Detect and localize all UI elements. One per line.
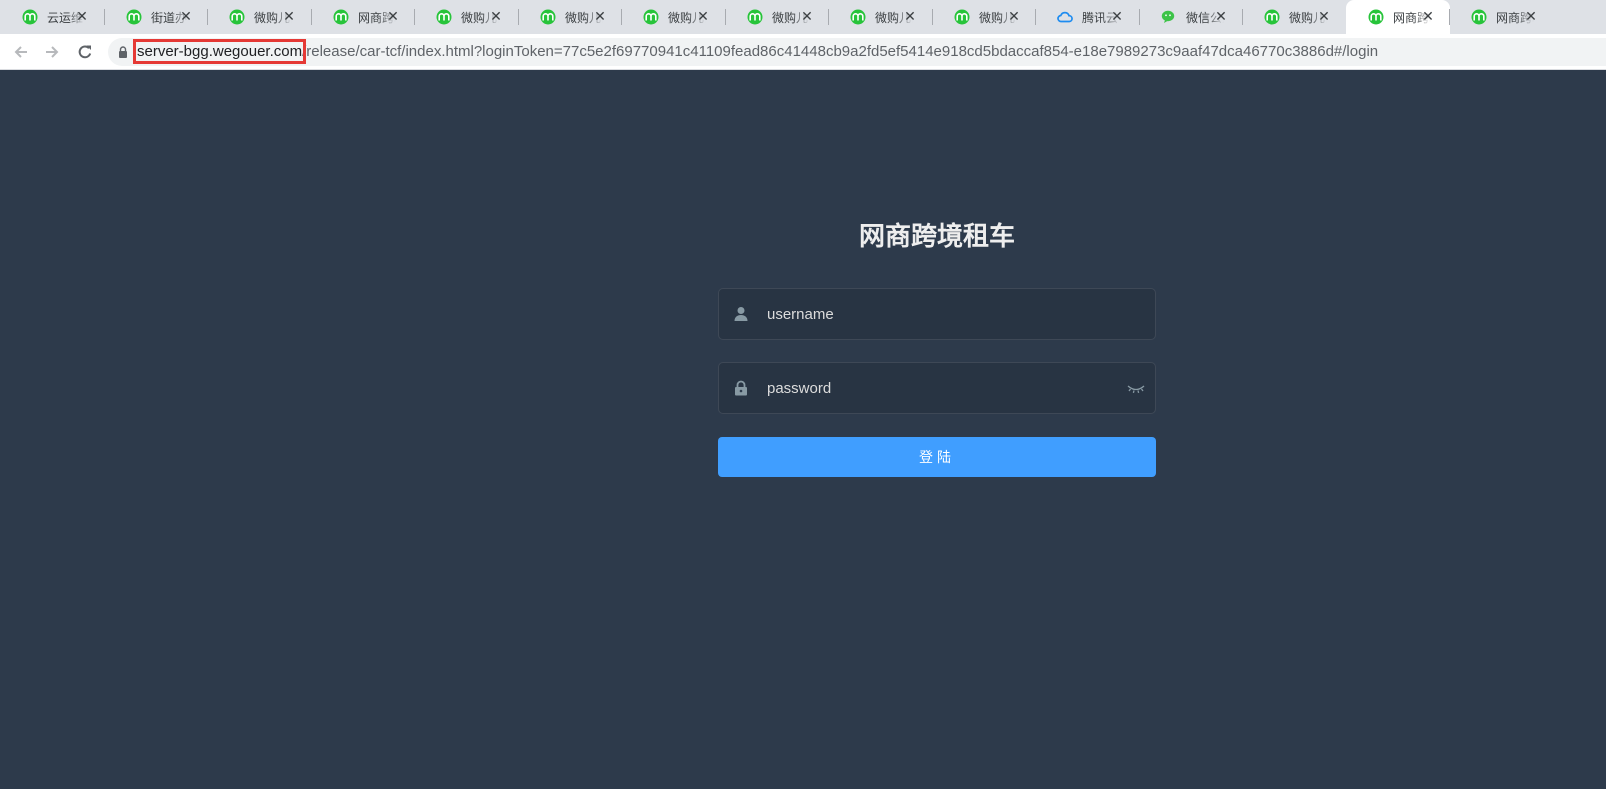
tab-separator <box>414 9 415 25</box>
close-icon[interactable]: ✕ <box>385 9 401 25</box>
browser-toolbar: server-bgg.wegouer.com/release/car-tcf/i… <box>0 34 1606 70</box>
user-icon <box>734 307 748 321</box>
close-icon[interactable]: ✕ <box>1109 9 1125 25</box>
browser-tab[interactable]: 微购儿云✕ <box>518 0 622 34</box>
tab-separator <box>207 9 208 25</box>
arrow-left-icon <box>14 46 27 58</box>
username-field <box>718 288 1156 340</box>
wechat-icon <box>1161 10 1175 23</box>
close-icon[interactable]: ✕ <box>902 9 918 25</box>
tencent-cloud-icon <box>1057 11 1073 23</box>
tab-separator <box>828 9 829 25</box>
browser-tab[interactable]: 微购儿云✕ <box>725 0 829 34</box>
green-app-icon <box>850 9 866 25</box>
eye-closed-icon[interactable] <box>1127 381 1145 395</box>
tab-separator <box>518 9 519 25</box>
browser-tab[interactable]: 微购儿云✕ <box>932 0 1036 34</box>
browser-tab[interactable]: 腾讯云 ✕ <box>1035 0 1139 34</box>
green-app-icon <box>1471 9 1487 25</box>
green-app-icon <box>747 9 763 25</box>
green-app-icon <box>954 9 970 25</box>
green-app-icon <box>229 9 245 25</box>
tab-separator <box>932 9 933 25</box>
browser-tab[interactable]: 街道办管理✕ <box>104 0 208 34</box>
close-icon[interactable]: ✕ <box>695 9 711 25</box>
back-button[interactable] <box>11 42 31 62</box>
tab-separator <box>1139 9 1140 25</box>
close-icon[interactable]: ✕ <box>281 9 297 25</box>
browser-tab-strip: 云运维管理平台✕街道办管理✕微购儿云✕网商跨境✕微购儿云✕微购儿云✕微购儿云✕微… <box>0 0 1606 34</box>
username-input[interactable] <box>767 289 1127 339</box>
url-path: /release/car-tcf/index.html?loginToken=7… <box>302 43 1379 60</box>
url-host-highlighted: server-bgg.wegouer.com <box>132 39 307 64</box>
green-app-icon <box>22 9 38 25</box>
browser-tab[interactable]: 网商跨境✕ <box>311 0 415 34</box>
tab-separator <box>1242 9 1243 25</box>
login-button[interactable]: 登陆 <box>718 437 1156 477</box>
address-bar[interactable]: server-bgg.wegouer.com/release/car-tcf/i… <box>108 38 1606 66</box>
close-icon[interactable]: ✕ <box>1316 9 1332 25</box>
browser-tab[interactable]: 微购儿云✕ <box>207 0 311 34</box>
close-icon[interactable]: ✕ <box>178 9 194 25</box>
browser-tab[interactable]: 网商跨境✕ <box>1449 0 1553 34</box>
tab-separator <box>311 9 312 25</box>
green-app-icon <box>1264 9 1280 25</box>
close-icon[interactable]: ✕ <box>488 9 504 25</box>
lock-icon <box>735 380 747 396</box>
forward-button[interactable] <box>42 42 62 62</box>
url-text: server-bgg.wegouer.com/release/car-tcf/i… <box>132 39 1379 64</box>
close-icon[interactable]: ✕ <box>1213 9 1229 25</box>
browser-tab[interactable]: 微购儿云✕ <box>1242 0 1346 34</box>
close-icon[interactable]: ✕ <box>1006 9 1022 25</box>
browser-tab[interactable]: 微购儿云✕ <box>621 0 725 34</box>
browser-tab[interactable]: 云运维管理平台✕ <box>0 0 104 34</box>
green-app-icon <box>333 9 349 25</box>
close-icon[interactable]: ✕ <box>1420 9 1436 25</box>
green-app-icon <box>1368 9 1384 25</box>
tab-separator <box>1035 9 1036 25</box>
green-app-icon <box>436 9 452 25</box>
tab-separator <box>621 9 622 25</box>
password-input[interactable] <box>767 363 1127 413</box>
tab-separator <box>104 9 105 25</box>
close-icon[interactable]: ✕ <box>74 9 90 25</box>
password-field <box>718 362 1156 414</box>
tab-separator <box>725 9 726 25</box>
tab-separator <box>1449 9 1450 25</box>
green-app-icon <box>643 9 659 25</box>
login-title: 网商跨境租车 <box>858 222 1015 252</box>
close-icon[interactable]: ✕ <box>799 9 815 25</box>
browser-tab[interactable]: 网商跨境✕ <box>1346 0 1450 34</box>
browser-tab[interactable]: 微购儿云✕ <box>828 0 932 34</box>
reload-icon <box>78 45 92 59</box>
green-app-icon <box>540 9 556 25</box>
lock-icon <box>119 46 127 58</box>
close-icon[interactable]: ✕ <box>1523 9 1539 25</box>
green-app-icon <box>126 9 142 25</box>
browser-tab[interactable]: 微信公众✕ <box>1139 0 1243 34</box>
reload-button[interactable] <box>75 42 95 62</box>
close-icon[interactable]: ✕ <box>592 9 608 25</box>
arrow-right-icon <box>46 46 59 58</box>
browser-tab[interactable]: 微购儿云✕ <box>414 0 518 34</box>
